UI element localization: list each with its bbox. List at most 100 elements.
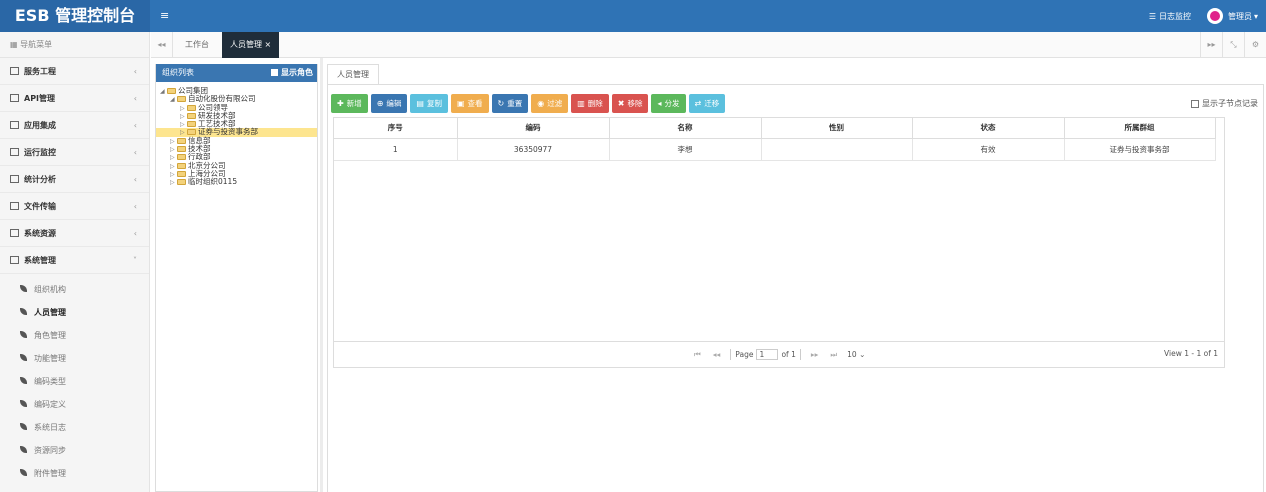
sidebar-item[interactable]: 系统资源 ‹ [0,220,149,247]
button-icon: ⊕ [376,99,384,108]
tree-node[interactable]: ▷ 公司领导 [156,103,317,112]
table-row[interactable]: 1 36350977 李想 有效 证券与投资事务部 [334,138,1216,161]
tree-node[interactable]: ◢ 自动化股份有限公司 [156,95,317,104]
toolbar-button[interactable]: ⊕ 编辑 [370,94,408,113]
folder-icon [10,121,19,129]
tree-node[interactable]: ▷ 技术部 [156,144,317,153]
button-icon: ↻ [497,99,505,108]
first-page-icon[interactable]: ⏮ [694,350,701,360]
sidebar-item[interactable]: 运行监控 ‹ [0,139,149,166]
button-label: 迁移 [704,99,720,108]
toolbar-button[interactable]: ✚ 新增 [331,94,368,113]
sidebar-item[interactable]: 文件传输 ‹ [0,193,149,220]
toolbar-button[interactable]: ▥ 删除 [571,94,609,113]
sidebar-item-label: 系统资源 [24,229,56,238]
table-cell [761,138,913,161]
sidebar-subitem[interactable]: 人员管理 [0,301,149,324]
log-monitor-link[interactable]: ☰ 日志监控 [1149,11,1191,22]
sidebar: ▦ 导航菜单 服务工程 ‹ API管理 ‹ 应用集成 ‹ 运行监控 ‹ 统计分析 ‹ 文件传输 ‹ 系统… [0,32,150,492]
button-icon: ◉ [537,99,545,108]
page-label: Page [735,350,754,359]
column-header[interactable]: 名称 [609,118,762,139]
page-of-label: of 1 [781,350,796,359]
button-label: 移除 [627,99,643,108]
folder-icon [10,202,19,210]
tab-scroll-right-button[interactable]: ▸▸ [1200,32,1222,58]
sidebar-subitem-label: 系统日志 [34,423,66,432]
tree-node[interactable]: ▷ 临时组织0115 [156,178,317,187]
next-page-icon[interactable]: ▸▸ [811,350,819,359]
org-tree: ◢ 公司集团 ◢ 自动化股份有限公司 ▷ 公司领导 ▷ 研发技术部 ▷ 工艺技术部 ▷ 证券与投资事务… [156,82,317,187]
folder-icon [10,67,19,75]
folder-icon [10,175,19,183]
tab-content-personnel[interactable]: 人员管理 [327,64,379,85]
user-name: 管理员 [1227,11,1252,21]
tree-node[interactable]: ▷ 北京分公司 [156,161,317,170]
sidebar-item-label: 文件传输 [24,202,56,211]
toolbar-button[interactable]: ◉ 过滤 [531,94,569,113]
sidebar-item[interactable]: 服务工程 ‹ [0,58,149,85]
sidebar-subitem[interactable]: 系统日志 [0,416,149,439]
button-label: 查看 [467,99,483,108]
table-cell: 证券与投资事务部 [1064,138,1216,161]
leaf-icon [20,285,27,292]
last-page-icon[interactable]: ⏭ [830,350,837,360]
column-header[interactable]: 所属群组 [1064,118,1216,139]
page-size-select[interactable]: 10 ⌄ [847,350,865,359]
column-header[interactable]: 状态 [912,118,1065,139]
toolbar-button[interactable]: ↻ 重置 [491,94,529,113]
sidebar-subitem-label: 编码类型 [34,377,66,386]
show-child-records-checkbox[interactable]: 显示子节点记录 [1191,98,1258,109]
tab-scroll-left-button[interactable]: ◂◂ [151,32,173,58]
sidebar-subitem[interactable]: 编码类型 [0,370,149,393]
tree-node[interactable]: ▷ 证券与投资事务部 [156,128,317,137]
fullscreen-icon[interactable]: ⤡ [1222,32,1244,58]
sidebar-subitem[interactable]: 功能管理 [0,347,149,370]
prev-page-icon[interactable]: ◂◂ [713,350,721,359]
folder-icon [187,121,196,128]
close-icon[interactable]: × [265,40,272,49]
column-header[interactable]: 编码 [457,118,610,139]
sidebar-subitem[interactable]: 资源同步 [0,439,149,462]
menu-toggle-icon[interactable]: ≡ [160,9,169,22]
sidebar-subitem[interactable]: 附件管理 [0,462,149,485]
show-roles-checkbox[interactable]: 显示角色 [271,64,313,82]
button-icon: ▣ [456,99,465,108]
button-label: 分发 [664,99,680,108]
folder-icon [177,146,186,153]
toolbar-button[interactable]: ▤ 复制 [410,94,448,113]
checkbox-icon [271,69,278,76]
tree-node[interactable]: ▷ 信息部 [156,136,317,145]
column-header[interactable]: 性别 [761,118,913,139]
page-input[interactable]: 1 [756,349,779,360]
sidebar-item[interactable]: 系统管理 ˅ [0,247,149,274]
sidebar-subitem[interactable]: 组织机构 [0,278,149,301]
sidebar-subitem[interactable]: 角色管理 [0,324,149,347]
column-header[interactable]: 序号 [334,118,458,139]
tree-node[interactable]: ▷ 研发技术部 [156,111,317,120]
tab-personnel[interactable]: 人员管理 × [222,32,280,58]
button-label: 编辑 [386,99,402,108]
folder-icon [187,112,196,119]
tree-node[interactable]: ▷ 行政部 [156,153,317,162]
folder-icon [10,148,19,156]
chevron-down-icon: ⌄ [859,350,866,359]
panel-splitter[interactable] [320,58,323,492]
toolbar-button[interactable]: ⇄ 迁移 [688,94,726,113]
sidebar-subitem[interactable]: 编码定义 [0,393,149,416]
user-menu[interactable]: 管理员 ▾ [1206,8,1258,24]
sidebar-item[interactable]: 应用集成 ‹ [0,112,149,139]
toolbar-button[interactable]: ◂ 分发 [651,94,686,113]
tab-workbench[interactable]: 工作台 [177,32,217,58]
sidebar-item[interactable]: 统计分析 ‹ [0,166,149,193]
folder-icon [177,170,186,177]
collapsed-arrow-icon[interactable]: ▷ [170,179,177,187]
gear-icon[interactable]: ⚙ [1244,32,1266,58]
grid-icon: ▦ [10,40,18,49]
toolbar-button[interactable]: ✖ 移除 [611,94,649,113]
button-label: 过滤 [547,99,563,108]
nav-menu-title: 导航菜单 [20,40,53,49]
sidebar-item[interactable]: API管理 ‹ [0,85,149,112]
app-brand[interactable]: ESB 管理控制台 [0,0,150,32]
toolbar-button[interactable]: ▣ 查看 [450,94,489,113]
